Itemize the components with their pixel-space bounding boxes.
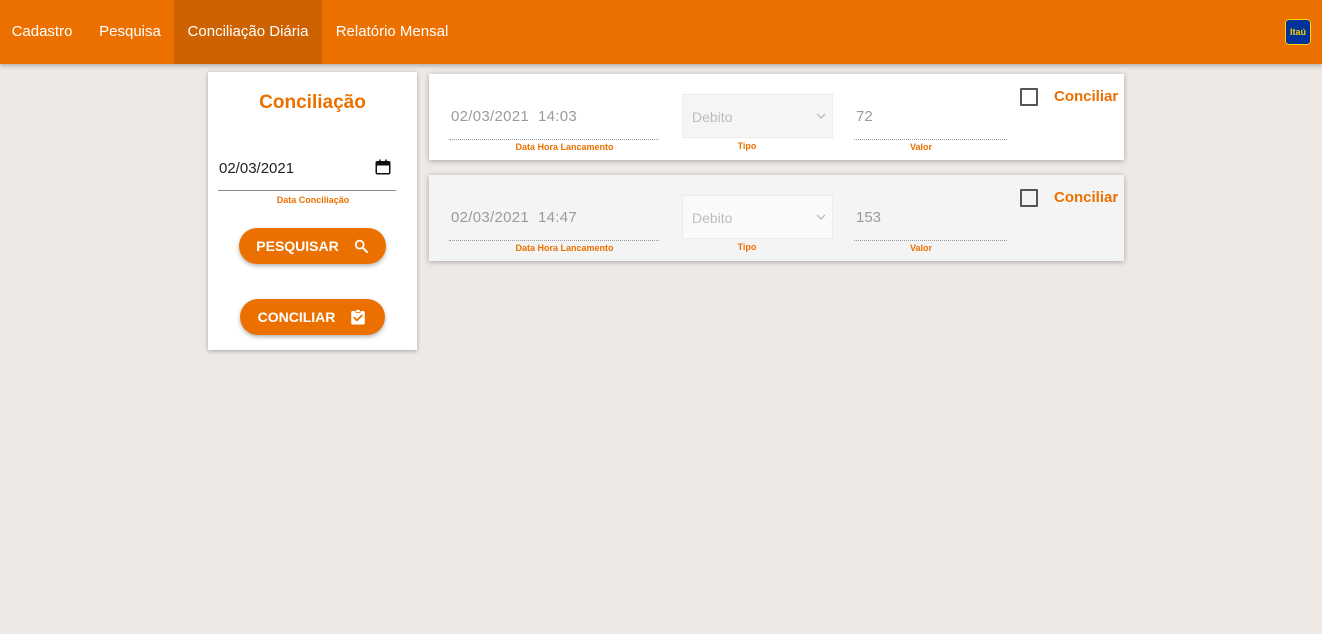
datetime-label: Data Hora Lancamento	[515, 142, 614, 152]
pesquisar-button-label: PESQUISAR	[256, 238, 339, 254]
valor-field[interactable]: 153	[854, 197, 1007, 241]
datetime-field[interactable]: 02/03/2021 14:03	[449, 96, 659, 140]
chevron-down-icon	[816, 113, 826, 119]
chevron-down-icon	[816, 214, 826, 220]
entry-row: 02/03/2021 14:03 Data Hora Lancamento De…	[429, 74, 1124, 160]
valor-label: Valor	[909, 142, 932, 152]
date-conciliacao-input[interactable]: 02/03/2021	[218, 152, 396, 191]
datetime-value: 02/03/2021 14:47	[451, 209, 578, 226]
tipo-select[interactable]: Debito	[682, 195, 833, 239]
nav-item-pesquisa[interactable]: Pesquisa	[88, 0, 172, 64]
valor-value: 153	[856, 209, 882, 226]
datetime-value: 02/03/2021 14:03	[451, 108, 578, 125]
conciliar-button-label: CONCILIAR	[257, 309, 336, 325]
datetime-field[interactable]: 02/03/2021 14:47	[449, 197, 659, 241]
conciliar-checkbox-label[interactable]: Conciliar	[1054, 88, 1118, 105]
conciliacao-panel: Conciliação 02/03/2021 Data Conciliação …	[208, 72, 417, 350]
nav-item-conciliacao-diaria[interactable]: Conciliação Diária	[174, 0, 322, 64]
conciliar-checkbox[interactable]	[1020, 88, 1038, 106]
valor-field[interactable]: 72	[854, 96, 1007, 140]
nav-item-relatorio-mensal[interactable]: Relatório Mensal	[322, 0, 462, 64]
date-value: 02/03/2021	[219, 160, 295, 177]
panel-title: Conciliação	[259, 92, 366, 113]
valor-label: Valor	[909, 243, 932, 253]
tipo-value: Debito	[692, 109, 733, 125]
clipboard-check-icon	[351, 309, 366, 325]
date-conciliacao-label: Data Conciliação	[276, 195, 350, 205]
datetime-label: Data Hora Lancamento	[515, 243, 614, 253]
entry-row: 02/03/2021 14:47 Data Hora Lancamento De…	[429, 175, 1124, 261]
conciliar-checkbox[interactable]	[1020, 189, 1038, 207]
search-icon	[354, 239, 368, 253]
itau-logo: Itaú	[1285, 19, 1311, 45]
calendar-icon[interactable]	[374, 158, 392, 176]
conciliar-button[interactable]: CONCILIAR	[240, 299, 385, 335]
conciliar-checkbox-label[interactable]: Conciliar	[1054, 189, 1118, 206]
tipo-label: Tipo	[737, 141, 757, 151]
top-nav-bar: Cadastro Pesquisa Conciliação Diária Rel…	[0, 0, 1322, 64]
nav-item-cadastro[interactable]: Cadastro	[0, 0, 84, 64]
tipo-value: Debito	[692, 210, 733, 226]
tipo-label: Tipo	[737, 242, 757, 252]
tipo-select[interactable]: Debito	[682, 94, 833, 138]
valor-value: 72	[856, 108, 873, 125]
pesquisar-button[interactable]: PESQUISAR	[239, 228, 386, 264]
